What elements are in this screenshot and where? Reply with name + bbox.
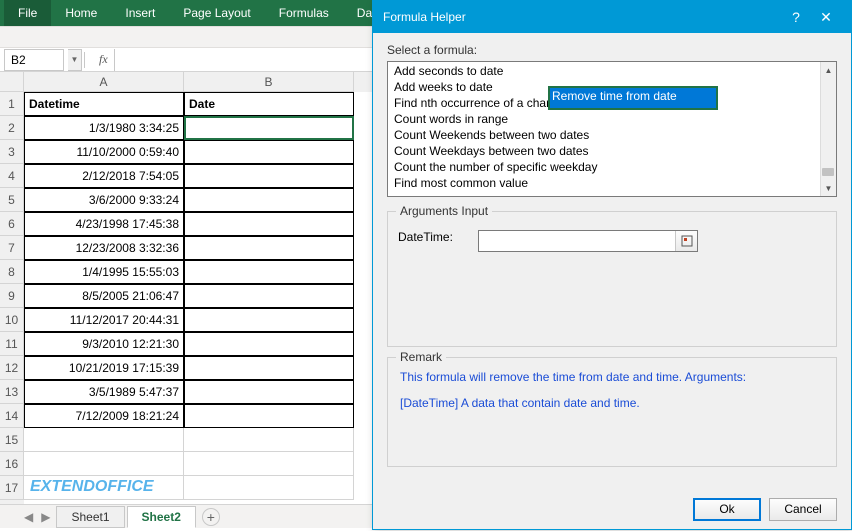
cell[interactable]: 11/10/2000 0:59:40 — [24, 140, 184, 164]
cell[interactable] — [184, 188, 354, 212]
remark-label: Remark — [396, 350, 446, 364]
select-formula-label: Select a formula: — [387, 43, 837, 57]
row-header[interactable]: 13 — [0, 380, 24, 404]
row-header[interactable]: 3 — [0, 140, 24, 164]
cell[interactable]: 8/5/2005 21:06:47 — [24, 284, 184, 308]
list-item[interactable]: Find most common value — [392, 175, 832, 191]
cell[interactable] — [184, 116, 354, 140]
cell[interactable]: 9/3/2010 12:21:30 — [24, 332, 184, 356]
formula-helper-dialog: Formula Helper ? ✕ Select a formula: Add… — [372, 0, 852, 530]
sheet-tab-sheet2[interactable]: Sheet2 — [127, 506, 196, 528]
list-item[interactable]: Find nth occurrence of a character — [392, 95, 832, 111]
range-picker-icon — [681, 235, 693, 247]
row-header[interactable]: 11 — [0, 332, 24, 356]
row-header[interactable]: 7 — [0, 236, 24, 260]
range-picker-button[interactable] — [675, 231, 697, 251]
dialog-title: Formula Helper — [383, 10, 781, 24]
tab-nav-prev-icon[interactable]: ◀ — [20, 510, 37, 524]
cell[interactable] — [184, 140, 354, 164]
row-header[interactable]: 4 — [0, 164, 24, 188]
row-header[interactable]: 10 — [0, 308, 24, 332]
cell[interactable] — [184, 380, 354, 404]
cell[interactable] — [184, 428, 354, 452]
row-header[interactable]: 6 — [0, 212, 24, 236]
cell[interactable] — [184, 404, 354, 428]
help-button[interactable]: ? — [781, 5, 811, 29]
watermark: EXTENDOFFICE — [30, 478, 154, 496]
col-header[interactable]: A — [24, 72, 184, 92]
cell[interactable] — [184, 332, 354, 356]
cell[interactable] — [184, 356, 354, 380]
list-item[interactable]: Add weeks to date — [392, 79, 832, 95]
col-header[interactable]: B — [184, 72, 354, 92]
cell[interactable]: Date — [184, 92, 354, 116]
ok-button[interactable]: Ok — [693, 498, 761, 521]
ribbon-tab-home[interactable]: Home — [51, 0, 111, 26]
cell[interactable] — [184, 476, 354, 500]
row-header[interactable]: 9 — [0, 284, 24, 308]
row-header[interactable]: 2 — [0, 116, 24, 140]
scroll-up-icon[interactable]: ▲ — [821, 62, 836, 78]
cell[interactable] — [24, 452, 184, 476]
cell[interactable] — [184, 212, 354, 236]
row-header[interactable]: 8 — [0, 260, 24, 284]
select-all-corner[interactable] — [0, 72, 24, 92]
name-box[interactable]: B2 — [4, 49, 64, 71]
scroll-thumb[interactable] — [822, 168, 834, 176]
datetime-input[interactable] — [479, 231, 675, 251]
cell[interactable]: 1/4/1995 15:55:03 — [24, 260, 184, 284]
list-item[interactable]: Count Weekdays between two dates — [392, 143, 832, 159]
arguments-group-label: Arguments Input — [396, 204, 492, 218]
cell[interactable] — [184, 260, 354, 284]
cell[interactable] — [184, 452, 354, 476]
cell[interactable]: 4/23/1998 17:45:38 — [24, 212, 184, 236]
row-header[interactable]: 15 — [0, 428, 24, 452]
dialog-titlebar[interactable]: Formula Helper ? ✕ — [373, 1, 851, 33]
ribbon-tab-file[interactable]: File — [4, 0, 51, 26]
cell[interactable]: 11/12/2017 20:44:31 — [24, 308, 184, 332]
remark-group: Remark This formula will remove the time… — [387, 357, 837, 467]
fx-icon[interactable]: fx — [93, 52, 114, 67]
datetime-arg-label: DateTime: — [398, 230, 468, 244]
row-header[interactable]: 1 — [0, 92, 24, 116]
ribbon-tab-insert[interactable]: Insert — [111, 0, 169, 26]
list-item[interactable]: Add seconds to date — [392, 63, 832, 79]
tab-nav-next-icon[interactable]: ▶ — [37, 510, 54, 524]
list-item[interactable]: Count the number of specific weekday — [392, 159, 832, 175]
row-header[interactable]: 5 — [0, 188, 24, 212]
arguments-group: Arguments Input DateTime: — [387, 211, 837, 347]
cell[interactable]: 3/5/1989 5:47:37 — [24, 380, 184, 404]
remark-line: This formula will remove the time from d… — [400, 370, 824, 384]
list-item[interactable]: Count Weekends between two dates — [392, 127, 832, 143]
close-icon[interactable]: ✕ — [811, 5, 841, 29]
remark-line: [DateTime] A data that contain date and … — [400, 396, 824, 410]
row-header[interactable]: 12 — [0, 356, 24, 380]
cell[interactable]: 3/6/2000 9:33:24 — [24, 188, 184, 212]
row-header[interactable]: 16 — [0, 452, 24, 476]
scroll-down-icon[interactable]: ▼ — [821, 180, 836, 196]
name-box-dropdown[interactable]: ▼ — [68, 49, 82, 71]
ribbon-tab-formulas[interactable]: Formulas — [265, 0, 343, 26]
new-sheet-button[interactable]: + — [202, 508, 220, 526]
listbox-scrollbar[interactable]: ▲ ▼ — [820, 62, 836, 196]
formula-listbox[interactable]: Add seconds to date Add weeks to date Fi… — [387, 61, 837, 197]
cell[interactable]: 1/3/1980 3:34:25 — [24, 116, 184, 140]
row-header[interactable]: 14 — [0, 404, 24, 428]
cell[interactable]: 10/21/2019 17:15:39 — [24, 356, 184, 380]
cell[interactable]: 12/23/2008 3:32:36 — [24, 236, 184, 260]
cell[interactable]: Datetime — [24, 92, 184, 116]
sheet-tab-sheet1[interactable]: Sheet1 — [56, 506, 124, 528]
cell[interactable] — [184, 308, 354, 332]
cell[interactable]: 2/12/2018 7:54:05 — [24, 164, 184, 188]
list-item[interactable]: Count words in range — [392, 111, 832, 127]
cell[interactable]: 7/12/2009 18:21:24 — [24, 404, 184, 428]
cell[interactable] — [184, 236, 354, 260]
cell[interactable] — [24, 428, 184, 452]
row-header[interactable]: 17 — [0, 476, 24, 500]
cancel-button[interactable]: Cancel — [769, 498, 837, 521]
ribbon-tab-page-layout[interactable]: Page Layout — [169, 0, 264, 26]
cell[interactable] — [184, 164, 354, 188]
cell[interactable] — [184, 284, 354, 308]
